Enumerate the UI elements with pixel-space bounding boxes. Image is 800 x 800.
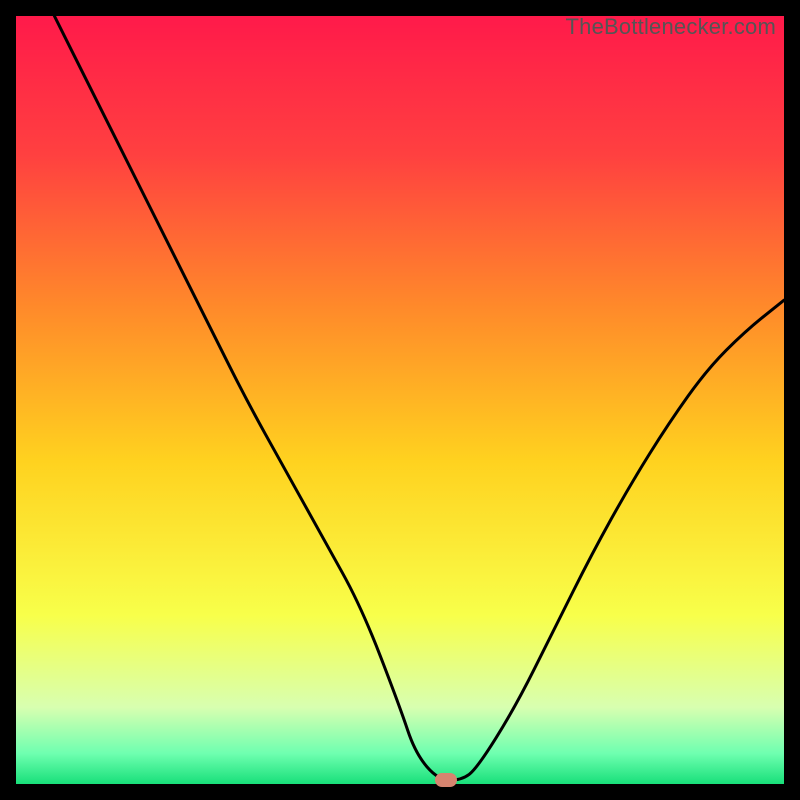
bottleneck-marker [435,773,457,787]
chart-background-gradient [16,16,784,784]
chart-frame: TheBottlenecker.com [16,16,784,784]
